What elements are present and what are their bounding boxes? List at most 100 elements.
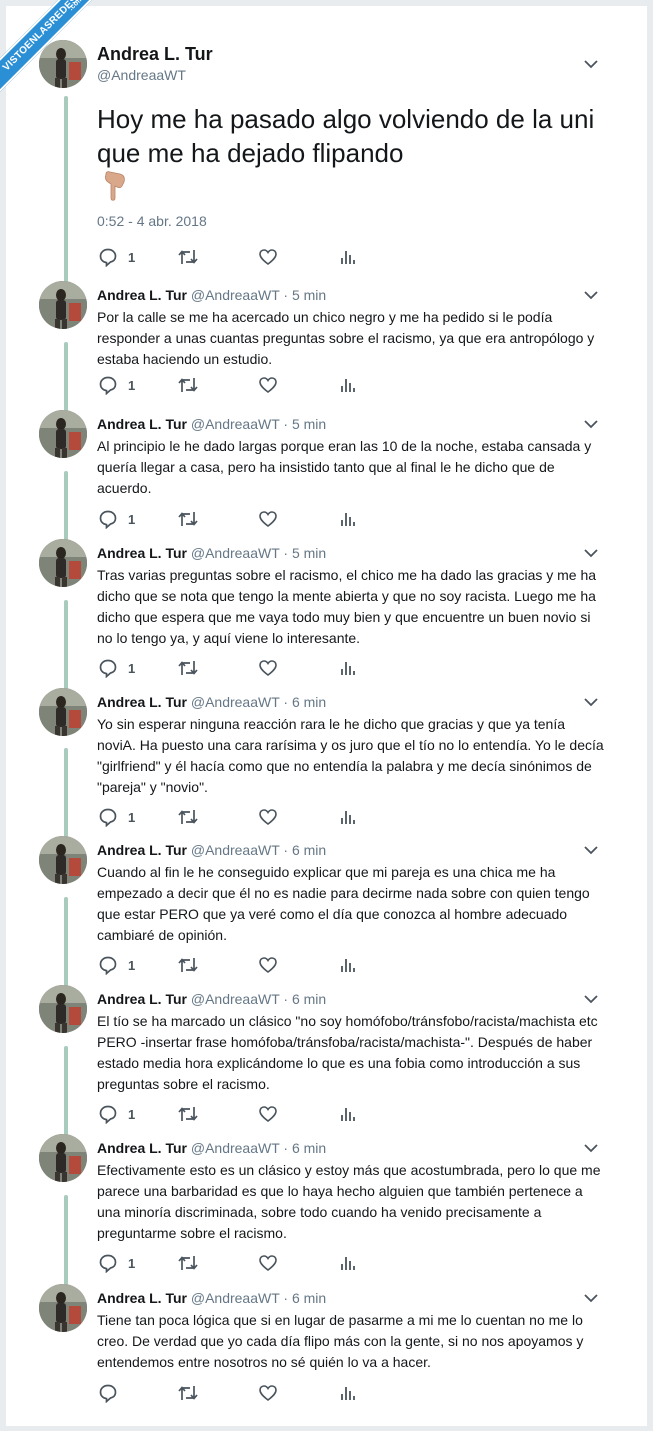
thread-line [64, 1046, 68, 1145]
avatar[interactable] [39, 1284, 87, 1332]
reply-count: 1 [128, 1106, 136, 1122]
retweet-button[interactable] [177, 1382, 199, 1404]
reply-meta[interactable]: @AndreaaWT · 6 min [191, 1290, 326, 1306]
analytics-button[interactable] [339, 1382, 357, 1404]
reply-author-name[interactable]: Andrea L. Tur [97, 1140, 187, 1156]
reply-author-name[interactable]: Andrea L. Tur [97, 545, 187, 561]
reply-author-name[interactable]: Andrea L. Tur [97, 1290, 187, 1306]
reply-count: 1 [128, 809, 136, 825]
reply-text: El tío se ha marcado un clásico "no soy … [97, 1013, 598, 1092]
chevron-down-icon[interactable] [584, 697, 598, 707]
reply-icon [98, 955, 118, 975]
retweet-button[interactable] [177, 374, 199, 396]
analytics-button[interactable] [339, 954, 357, 976]
chevron-down-icon[interactable] [584, 419, 598, 429]
chevron-down-icon[interactable] [584, 845, 598, 855]
reply-meta[interactable]: @AndreaaWT · 6 min [191, 842, 326, 858]
reply-meta[interactable]: @AndreaaWT · 5 min [191, 287, 326, 303]
retweet-button[interactable] [177, 1103, 199, 1125]
reply-meta[interactable]: @AndreaaWT · 6 min [191, 1140, 326, 1156]
reply-button[interactable] [98, 1382, 128, 1404]
heart-icon [258, 1383, 278, 1403]
main-tweet-text: Hoy me ha pasado algo volviendo de la un… [97, 104, 595, 168]
like-button[interactable] [258, 1103, 278, 1125]
analytics-button[interactable] [339, 246, 357, 268]
reply-meta[interactable]: @AndreaaWT · 6 min [191, 694, 326, 710]
reply-meta[interactable]: @AndreaaWT · 5 min [191, 416, 326, 432]
chevron-down-icon[interactable] [584, 290, 598, 300]
like-button[interactable] [258, 954, 278, 976]
reply-count: 1 [128, 377, 136, 393]
avatar[interactable] [39, 410, 87, 458]
reply-button[interactable]: 1 [98, 806, 135, 828]
chevron-down-icon[interactable] [584, 1143, 598, 1153]
avatar[interactable] [39, 40, 87, 88]
retweet-button[interactable] [177, 1252, 199, 1274]
reply-author-name[interactable]: Andrea L. Tur [97, 991, 187, 1007]
retweet-icon [177, 1104, 199, 1124]
author-handle[interactable]: @AndreaaWT [97, 67, 186, 83]
reply-button[interactable]: 1 [98, 246, 135, 268]
analytics-button[interactable] [339, 374, 357, 396]
analytics-button[interactable] [339, 1252, 357, 1274]
retweet-button[interactable] [177, 508, 199, 530]
reply-meta[interactable]: @AndreaaWT · 6 min [191, 991, 326, 1007]
reply-meta[interactable]: @AndreaaWT · 5 min [191, 545, 326, 561]
reply-button[interactable]: 1 [98, 374, 135, 396]
reply-text: Cuando al fin le he conseguido explicar … [97, 864, 590, 943]
reply-author-name[interactable]: Andrea L. Tur [97, 287, 187, 303]
analytics-icon [339, 375, 357, 395]
analytics-icon [339, 1253, 357, 1273]
retweet-button[interactable] [177, 246, 199, 268]
reply-button[interactable]: 1 [98, 1252, 135, 1274]
like-button[interactable] [258, 374, 278, 396]
analytics-button[interactable] [339, 657, 357, 679]
reply-icon [98, 1253, 118, 1273]
retweet-button[interactable] [177, 806, 199, 828]
avatar[interactable] [39, 836, 87, 884]
reply-button[interactable]: 1 [98, 657, 135, 679]
tweet-timestamp[interactable]: 0:52 - 4 abr. 2018 [97, 213, 207, 229]
reply-author-name[interactable]: Andrea L. Tur [97, 416, 187, 432]
analytics-button[interactable] [339, 508, 357, 530]
action-bar: 1 [6, 657, 647, 679]
retweet-icon [177, 1253, 199, 1273]
like-button[interactable] [258, 246, 278, 268]
avatar[interactable] [39, 688, 87, 736]
reply-icon [98, 375, 118, 395]
reply-button[interactable]: 1 [98, 508, 135, 530]
reply-icon [98, 658, 118, 678]
reply-icon [98, 247, 118, 267]
avatar[interactable] [39, 985, 87, 1033]
retweet-button[interactable] [177, 954, 199, 976]
chevron-down-icon[interactable] [584, 59, 598, 69]
reply-icon [98, 1104, 118, 1124]
chevron-down-icon[interactable] [584, 994, 598, 1004]
reply-count: 1 [128, 957, 136, 973]
reply-count: 1 [128, 511, 136, 527]
reply-text: Por la calle se me ha acercado un chico … [97, 309, 595, 367]
reply-author-name[interactable]: Andrea L. Tur [97, 694, 187, 710]
retweet-button[interactable] [177, 657, 199, 679]
chevron-down-icon[interactable] [584, 1293, 598, 1303]
action-bar [6, 1382, 647, 1404]
thread-line [64, 600, 68, 699]
like-button[interactable] [258, 508, 278, 530]
like-button[interactable] [258, 806, 278, 828]
chevron-down-icon[interactable] [584, 548, 598, 558]
reply-button[interactable]: 1 [98, 1103, 135, 1125]
avatar[interactable] [39, 539, 87, 587]
analytics-button[interactable] [339, 806, 357, 828]
author-name[interactable]: Andrea L. Tur [97, 44, 213, 65]
reply-icon [98, 807, 118, 827]
reply-text: Tiene tan poca lógica que si en lugar de… [97, 1312, 584, 1370]
avatar[interactable] [39, 1134, 87, 1182]
analytics-button[interactable] [339, 1103, 357, 1125]
reply-author-name[interactable]: Andrea L. Tur [97, 842, 187, 858]
avatar[interactable] [39, 281, 87, 329]
like-button[interactable] [258, 1382, 278, 1404]
reply-header: Andrea L. Tur @AndreaaWT · 5 min [97, 416, 326, 432]
like-button[interactable] [258, 657, 278, 679]
like-button[interactable] [258, 1252, 278, 1274]
reply-button[interactable]: 1 [98, 954, 135, 976]
